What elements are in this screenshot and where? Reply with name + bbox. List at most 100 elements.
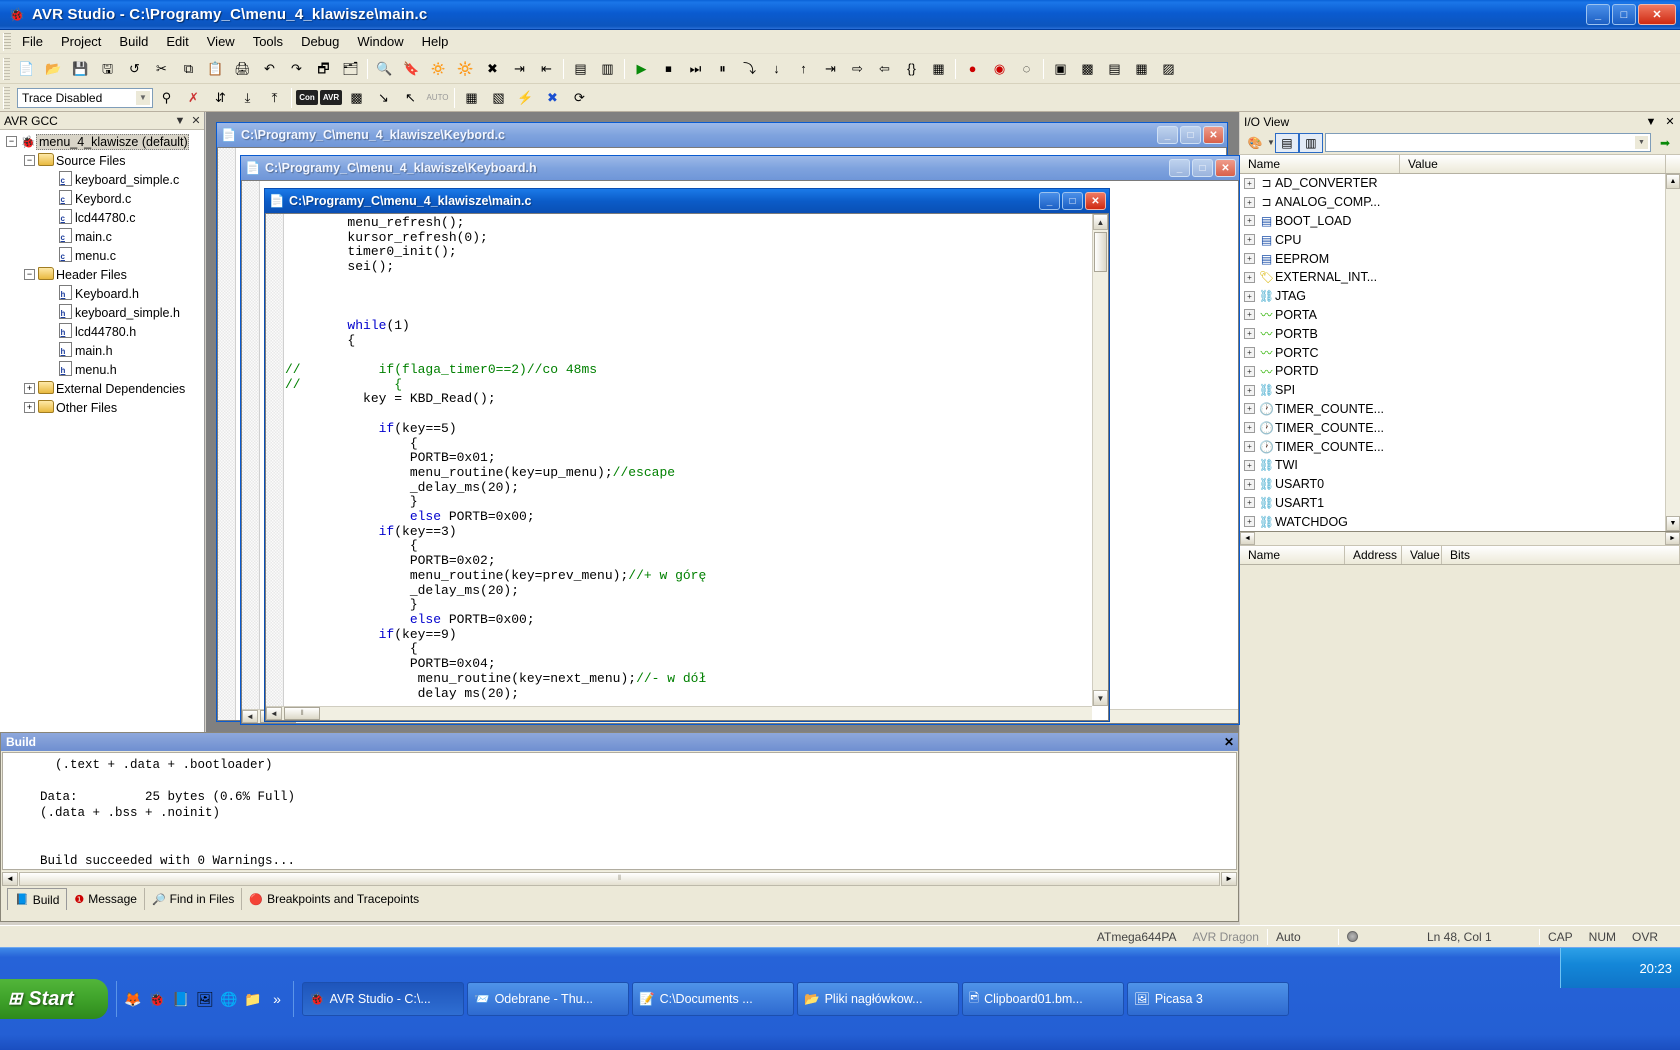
column-header-value[interactable]: Value (1402, 546, 1442, 564)
close-button[interactable]: ✕ (1215, 159, 1236, 177)
cut-icon[interactable]: ✂ (149, 57, 174, 81)
menu-tools[interactable]: Tools (244, 31, 292, 52)
expander-icon[interactable]: + (1244, 328, 1255, 339)
io-horizontal-scrollbar[interactable]: ◄ ► (1240, 532, 1680, 546)
avrstudio-icon[interactable]: 🐞 (147, 989, 167, 1009)
minimize-button[interactable]: _ (1039, 192, 1060, 210)
step-into-icon[interactable]: ↓ (764, 57, 789, 81)
maximize-button[interactable]: □ (1612, 4, 1636, 25)
memory-icon[interactable]: ▩ (1075, 57, 1100, 81)
build-output-text[interactable]: (.text + .data + .bootloader) Data: 25 b… (2, 752, 1237, 870)
tree-file-item[interactable]: main.h (0, 341, 204, 360)
watch-add-icon[interactable]: ▦ (459, 86, 484, 110)
next-bookmark-icon[interactable]: 🔅 (426, 57, 451, 81)
scroll-left-icon[interactable]: ◄ (2, 872, 18, 886)
source-code-text[interactable]: menu_refresh(); kursor_refresh(0); timer… (285, 216, 1092, 706)
menu-edit[interactable]: Edit (157, 31, 197, 52)
toolbar-grip-1[interactable] (3, 58, 10, 80)
expander-icon[interactable]: − (24, 155, 35, 166)
branch-in-icon[interactable]: ↖ (398, 86, 423, 110)
expander-icon[interactable]: − (24, 269, 35, 280)
tree-external-dependencies[interactable]: + External Dependencies (0, 379, 204, 398)
editor-window-titlebar[interactable]: 📄 C:\Programy_C\menu_4_klawisze\Keybord.… (217, 123, 1227, 147)
expander-icon[interactable]: + (1244, 197, 1255, 208)
expander-icon[interactable]: + (24, 383, 35, 394)
run-icon[interactable]: ▶ (629, 57, 654, 81)
scrollbar-thumb[interactable]: ⦀ (284, 707, 320, 720)
uncomment-icon[interactable]: ▥ (595, 57, 620, 81)
find-icon[interactable]: 🔍 (372, 57, 397, 81)
expander-icon[interactable]: + (1244, 272, 1255, 283)
clear-bp-icon[interactable]: ◉ (987, 57, 1012, 81)
task-pliki-naglowkowe[interactable]: 📂 Pliki nagłówkow... (797, 982, 959, 1016)
con-icon[interactable]: Con (296, 90, 318, 105)
build-horizontal-scrollbar[interactable]: ◄ ⦀ ► (2, 871, 1237, 886)
scroll-down-icon[interactable]: ▼ (1666, 516, 1680, 531)
menu-build[interactable]: Build (110, 31, 157, 52)
step-down-icon[interactable]: ⤓ (235, 86, 260, 110)
editor-gutter[interactable] (218, 148, 236, 720)
stop-icon[interactable]: ⏭ (683, 57, 708, 81)
io-register-row[interactable]: +⛓JTAG (1240, 287, 1680, 306)
expander-icon[interactable]: + (1244, 497, 1255, 508)
editor-window-titlebar[interactable]: 📄 C:\Programy_C\menu_4_klawisze\main.c _… (265, 189, 1109, 213)
tree-group-source[interactable]: − Source Files (0, 151, 204, 170)
enable-bp-icon[interactable]: ◌ (1014, 57, 1039, 81)
step-over-icon[interactable]: ⤵ (737, 57, 762, 81)
reader-icon[interactable]: 📘 (171, 989, 191, 1009)
io-register-row[interactable]: +〰PORTD (1240, 362, 1680, 381)
io-register-list[interactable]: ▲ ▼ +⊐AD_CONVERTER+⊐ANALOG_COMP...+▤BOOT… (1240, 174, 1680, 532)
save-icon[interactable]: 💾 (68, 57, 93, 81)
io-register-row[interactable]: +⛓TWI (1240, 456, 1680, 475)
braces-icon[interactable]: {} (899, 57, 924, 81)
step-out-icon[interactable]: ↑ (791, 57, 816, 81)
tree-file-item[interactable]: menu.c (0, 246, 204, 265)
tab-find-in-files[interactable]: 🔎 Find in Files (145, 888, 242, 910)
refresh-round-icon[interactable]: ⟳ (567, 86, 592, 110)
io-register-row[interactable]: +⛓SPI (1240, 381, 1680, 400)
flash-icon[interactable]: ⚡ (513, 86, 538, 110)
io-register-row[interactable]: +🕐TIMER_COUNTE... (1240, 418, 1680, 437)
io-register-row[interactable]: +⛓USART1 (1240, 494, 1680, 513)
scroll-down-icon[interactable]: ▼ (1093, 690, 1108, 706)
close-icon[interactable]: ✕ (1660, 115, 1680, 128)
chevron-down-icon[interactable]: ▼ (1642, 116, 1660, 128)
io-register-row[interactable]: +〰PORTC (1240, 343, 1680, 362)
vertical-scrollbar[interactable]: ▲ ▼ (1092, 214, 1108, 706)
close-button[interactable]: ✕ (1085, 192, 1106, 210)
expander-icon[interactable]: + (1244, 234, 1255, 245)
io-register-row[interactable]: +🕐TIMER_COUNTE... (1240, 437, 1680, 456)
expander-icon[interactable]: + (1244, 253, 1255, 264)
column-header-name[interactable]: Name (1240, 155, 1400, 173)
open-folder-icon[interactable]: 📂 (41, 57, 66, 81)
io-register-row[interactable]: +⛓WATCHDOG (1240, 512, 1680, 531)
tree-view-icon[interactable]: ▤ (1275, 133, 1299, 153)
expander-icon[interactable]: + (1244, 460, 1255, 471)
bp-clear-icon[interactable]: ✗ (181, 86, 206, 110)
paste-icon[interactable]: 📋 (203, 57, 228, 81)
editor-window-titlebar[interactable]: 📄 C:\Programy_C\menu_4_klawisze\Keyboard… (241, 156, 1239, 180)
expander-icon[interactable]: + (1244, 479, 1255, 490)
expander-icon[interactable]: + (1244, 385, 1255, 396)
scrollbar-thumb[interactable] (1094, 232, 1107, 272)
refresh-icon[interactable]: ↺ (122, 57, 147, 81)
avr-icon[interactable]: AVR (320, 90, 342, 105)
close-button[interactable]: ✕ (1638, 4, 1676, 25)
tree-file-item[interactable]: Keyboard.h (0, 284, 204, 303)
expander-icon[interactable]: + (1244, 178, 1255, 189)
io-register-row[interactable]: +〰PORTA (1240, 306, 1680, 325)
show-next-icon[interactable]: ⇦ (872, 57, 897, 81)
undo-icon[interactable]: ↶ (257, 57, 282, 81)
project-icon[interactable]: 🗂 (338, 57, 363, 81)
editor-gutter[interactable] (266, 214, 284, 720)
scroll-up-icon[interactable]: ▲ (1093, 214, 1108, 230)
scroll-left-icon[interactable]: ◄ (242, 710, 258, 723)
task-documents[interactable]: 📝 C:\Documents ... (632, 982, 794, 1016)
trace-mode-combo[interactable]: Trace Disabled ▼ (17, 88, 153, 108)
bp-insert-icon[interactable]: ⇵ (208, 86, 233, 110)
run-to-cursor-icon[interactable]: ⇥ (818, 57, 843, 81)
expander-icon[interactable]: + (1244, 422, 1255, 433)
bookmark-icon[interactable]: 🔖 (399, 57, 424, 81)
firefox-icon[interactable]: 🦊 (123, 989, 143, 1009)
project-tree[interactable]: − 🐞 menu_4_klawisze (default) − Source F… (0, 130, 204, 732)
